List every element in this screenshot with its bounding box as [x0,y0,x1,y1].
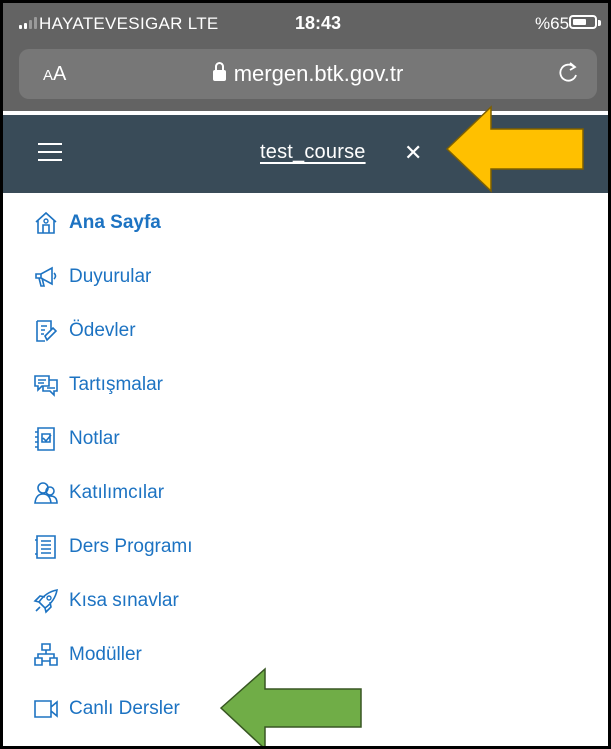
url-text: mergen.btk.gov.tr [233,61,404,86]
reload-icon[interactable] [559,61,581,91]
battery-percent: %65 [535,14,570,33]
yellow-arrow-annotation [445,105,584,193]
menu-item-label: Duyurular [69,266,152,287]
modules-icon [34,643,58,666]
menu-item-label: Notlar [69,428,120,449]
menu-item-label: Kısa sınavlar [69,590,179,611]
home-icon [35,211,57,234]
menu-item-modules[interactable]: Modüller [33,635,142,675]
screenshot-frame: HAYATEVESIGAR LTE 18:43 %65 AA mergen.bt… [0,0,611,749]
megaphone-icon [35,266,57,287]
course-title-link[interactable]: test_course [260,141,366,164]
menu-item-live-lessons[interactable]: Canlı Dersler [33,689,180,729]
menu-item-announcements[interactable]: Duyurular [33,257,151,297]
assignment-icon [36,320,58,342]
menu-item-grades[interactable]: Notlar [33,419,120,459]
menu-item-label: Katılımcılar [69,482,165,503]
menu-item-label: Ana Sayfa [69,212,161,233]
menu-item-quizzes[interactable]: Kısa sınavlar [33,581,179,621]
menu-item-label: Ders Programı [69,536,193,557]
menu-item-label: Modüller [69,644,142,665]
status-bar: HAYATEVESIGAR LTE 18:43 %65 [3,3,608,43]
menu-item-people[interactable]: Katılımcılar [33,473,164,513]
quiz-rocket-icon [33,589,58,614]
carrier-label: HAYATEVESIGAR LTE [39,14,219,33]
grades-icon [35,427,55,451]
menu-item-label: Tartışmalar [69,374,163,395]
green-arrow-annotation [219,667,362,746]
menu-item-syllabus[interactable]: Ders Programı [33,527,193,567]
video-icon [34,700,58,718]
people-icon [34,482,58,504]
syllabus-icon [35,535,56,559]
menu-item-label: Canlı Dersler [69,698,180,719]
discussion-icon [34,375,58,397]
url-display[interactable]: mergen.btk.gov.tr [19,61,597,87]
menu-item-label: Ödevler [69,320,136,341]
menu-item-home[interactable]: Ana Sayfa [33,203,161,243]
menu-item-assignments[interactable]: Ödevler [33,311,136,351]
battery-icon [569,15,601,29]
signal-strength-icon [19,17,37,29]
status-time: 18:43 [295,13,342,33]
hamburger-icon[interactable] [38,143,62,161]
browser-chrome: HAYATEVESIGAR LTE 18:43 %65 AA mergen.bt… [3,3,608,111]
close-icon[interactable]: ✕ [404,140,422,166]
lock-icon [212,62,226,81]
menu-item-discussions[interactable]: Tartışmalar [33,365,163,405]
address-bar[interactable]: AA mergen.btk.gov.tr [19,49,597,99]
